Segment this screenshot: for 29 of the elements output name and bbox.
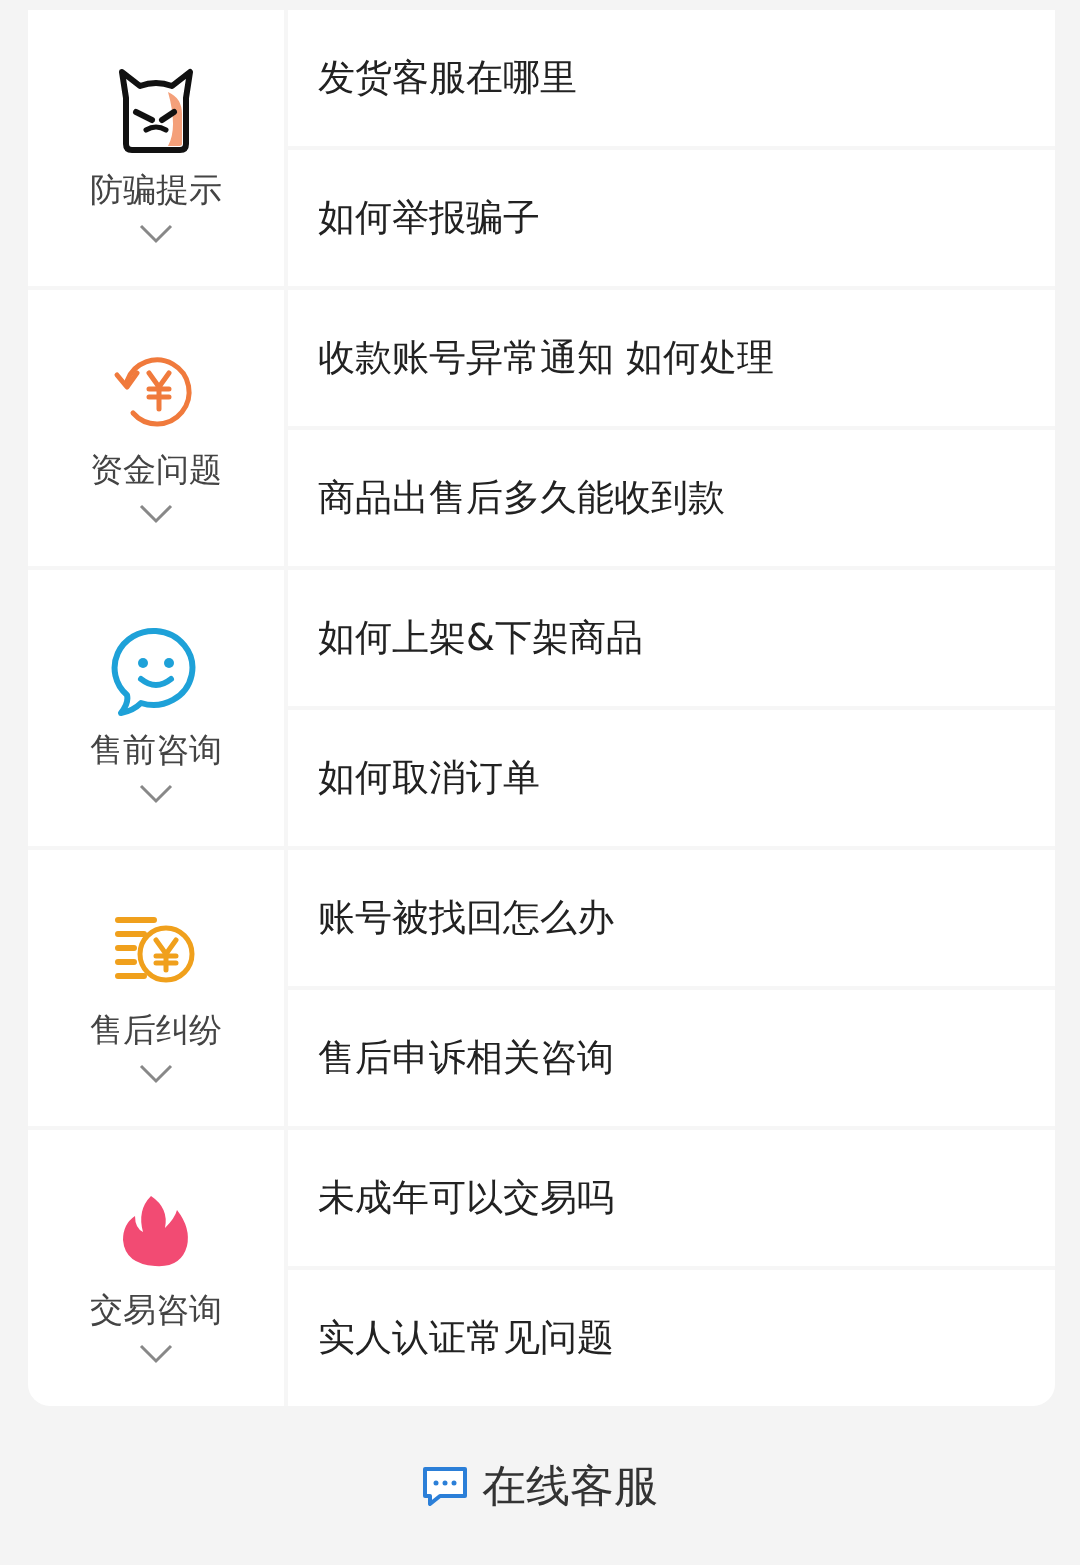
category-tile[interactable]: 交易咨询: [28, 1130, 284, 1406]
category-tile[interactable]: 防骗提示: [28, 10, 284, 286]
category-label: 售前咨询: [90, 732, 222, 766]
category-tile[interactable]: 资金问题: [28, 290, 284, 566]
category-tile[interactable]: 售后纠纷: [28, 850, 284, 1126]
question-item[interactable]: 如何上架&下架商品: [288, 570, 1055, 706]
chevron-down-icon: [139, 1063, 173, 1084]
question-item[interactable]: 实人认证常见问题: [288, 1270, 1055, 1406]
question-item[interactable]: 如何举报骗子: [288, 150, 1055, 286]
question-item[interactable]: 如何取消订单: [288, 710, 1055, 846]
question-item[interactable]: 未成年可以交易吗: [288, 1130, 1055, 1266]
devil-face-icon: [116, 67, 196, 154]
question-item[interactable]: 售后申诉相关咨询: [288, 990, 1055, 1126]
chevron-down-icon: [139, 223, 173, 244]
chevron-down-icon: [139, 503, 173, 524]
question-item[interactable]: 商品出售后多久能收到款: [288, 430, 1055, 566]
online-service-button[interactable]: 在线客服: [422, 1452, 658, 1519]
question-item[interactable]: 发货客服在哪里: [288, 10, 1055, 146]
question-item[interactable]: 账号被找回怎么办: [288, 850, 1055, 986]
category-label: 资金问题: [90, 452, 222, 486]
flame-icon: [121, 1193, 191, 1268]
chat-icon: [422, 1465, 468, 1506]
chevron-down-icon: [139, 783, 173, 804]
category-label: 交易咨询: [90, 1292, 222, 1326]
category-tile[interactable]: 售前咨询: [28, 570, 284, 846]
category-label: 售后纠纷: [90, 1012, 222, 1046]
chevron-down-icon: [139, 1343, 173, 1364]
category-label: 防骗提示: [90, 172, 222, 206]
question-item[interactable]: 收款账号异常通知 如何处理: [288, 290, 1055, 426]
